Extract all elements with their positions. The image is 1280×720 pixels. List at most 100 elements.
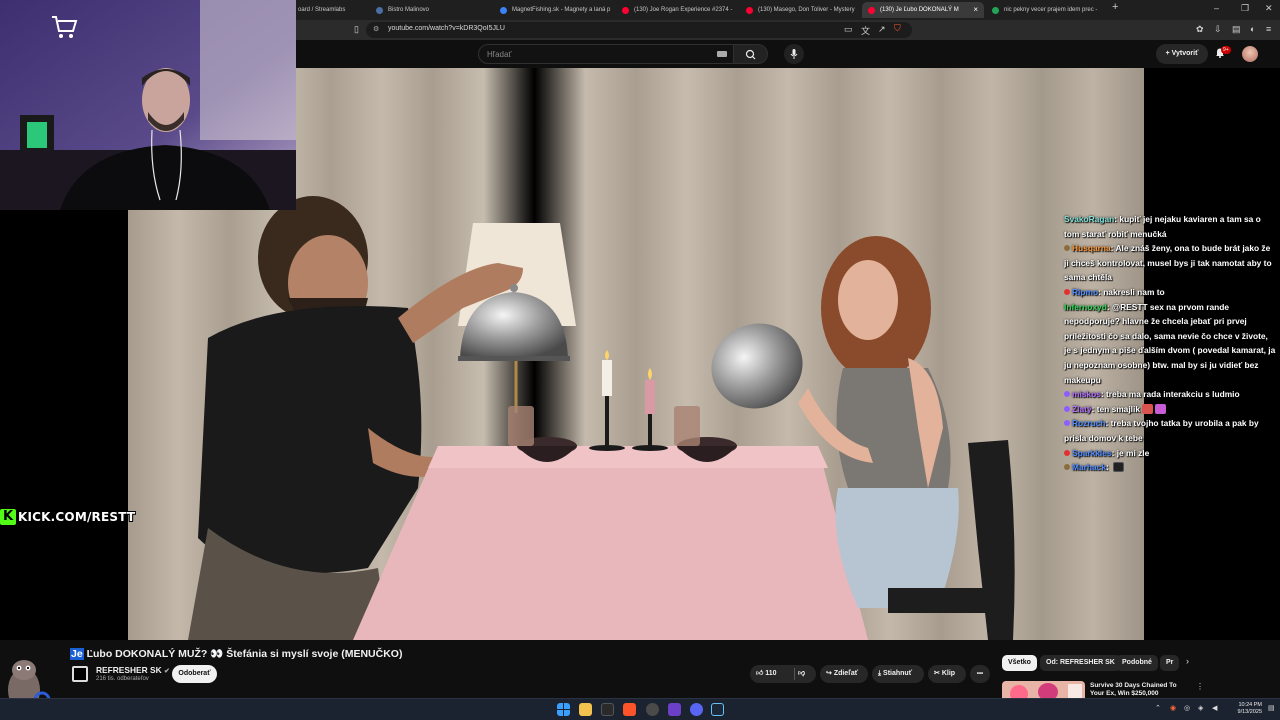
new-tab-icon[interactable]: + [1112, 1, 1118, 13]
voice-search-button[interactable] [784, 44, 804, 64]
chat-username: Zlatý [1072, 403, 1092, 414]
clip-button[interactable]: ✂ Klip [928, 665, 966, 683]
discord-icon[interactable] [690, 703, 703, 716]
webcam-overlay [0, 0, 296, 210]
clip-label: Klip [941, 670, 956, 677]
brave-browser-icon[interactable] [623, 703, 636, 716]
menu-icon[interactable]: ≡ [1266, 24, 1271, 34]
youtube-header: Hľadať + Vytvoriť 9+ [296, 40, 1280, 68]
brave-shield-icon[interactable]: ⛉ [894, 23, 901, 34]
chip-from-channel[interactable]: Od: REFRESHER SK [1040, 655, 1121, 671]
more-actions-button[interactable]: ••• [970, 665, 990, 683]
video-title-highlight: Je [70, 648, 84, 660]
site-info-icon[interactable]: ⚙ [373, 25, 379, 33]
browser-tab[interactable]: nic pekny vecer prajem idem prec - [986, 2, 1104, 18]
share-page-icon[interactable]: ↗ [878, 24, 886, 35]
share-button[interactable]: ↪ Zdieľať [820, 665, 868, 683]
close-window-icon[interactable]: ✕ [1265, 3, 1273, 14]
tab-favicon-icon [992, 7, 999, 14]
maximize-icon[interactable]: ❐ [1241, 3, 1249, 14]
browser-tab[interactable]: MagnetFishing.sk - Magnety a laná p [494, 2, 612, 18]
windows-start-icon[interactable] [557, 703, 570, 716]
browser-tab-active[interactable]: (130) Je Ľubo DOKONALÝ M × [862, 2, 984, 18]
file-explorer-icon[interactable] [579, 703, 592, 716]
chat-badge-icon [1064, 464, 1070, 471]
search-input[interactable]: Hľadať [478, 44, 734, 64]
tab-label: oard / Streamlabs [298, 7, 346, 13]
extensions-icon[interactable]: ✿ [1196, 24, 1204, 35]
subscribe-button[interactable]: Odoberať [172, 665, 217, 683]
chat-badge-icon [1064, 420, 1070, 427]
chat-message: Marhack: [1064, 460, 1276, 475]
verified-icon: ✔ [163, 668, 170, 675]
system-clock[interactable]: 10:24 PM 9/13/2025 [1228, 702, 1262, 716]
translate-icon[interactable]: 文 [861, 24, 870, 37]
tray-app-icon[interactable]: ◉ [1170, 704, 1176, 712]
browser-tab[interactable]: (130) Masego, Don Toliver - Mystery [740, 2, 858, 18]
share-label: Zdieľať [833, 670, 859, 677]
tab-favicon-icon [746, 7, 753, 14]
chip-all[interactable]: Všetko [1002, 655, 1037, 671]
obs-icon[interactable] [646, 703, 659, 716]
volume-icon[interactable]: ◀ [1212, 704, 1217, 712]
video-letterbox-left [0, 210, 128, 640]
scissors-icon: ✂ [934, 670, 942, 677]
search-button[interactable] [734, 44, 768, 64]
kick-channel-logo: K KICK.COM/RESTT [0, 508, 135, 526]
notification-center-icon[interactable]: ▤ [1268, 704, 1275, 712]
recommended-title[interactable]: Survive 30 Days Chained To Your Ex, Win $… [1090, 682, 1186, 698]
tray-app-icon[interactable]: ◈ [1198, 704, 1203, 712]
tab-label: (130) Je Ľubo DOKONALÝ M [880, 7, 959, 13]
emote-icon [1113, 462, 1125, 473]
bookmark-icon[interactable]: ▯ [354, 24, 359, 35]
cast-icon[interactable]: ▭ [844, 24, 853, 35]
tray-app-icon[interactable]: ◎ [1184, 704, 1190, 712]
twitch-icon[interactable] [668, 703, 681, 716]
chat-badge-icon [1064, 449, 1070, 456]
download-button[interactable]: ⤓ Stiahnuť [872, 665, 924, 683]
tab-favicon-icon [500, 7, 507, 14]
thumbs-down-icon: 👎︎ [798, 670, 806, 677]
url-field[interactable]: ⚙ youtube.com/watch?v=kDR3QoI5JLU [366, 22, 912, 38]
clock-time: 10:24 PM [1238, 702, 1262, 708]
dislike-button[interactable]: 👎︎ [798, 665, 805, 683]
video-title-text: Ľubo DOKONALÝ MUŽ? 👀 Štefánia si myslí s… [83, 648, 403, 660]
avatar[interactable] [1242, 46, 1258, 62]
chip-related[interactable]: Podobné [1116, 655, 1158, 671]
like-count: 110 [765, 670, 777, 677]
chat-username: Husqarna [1072, 243, 1111, 254]
video-title: Je Ľubo DOKONALÝ MUŽ? 👀 Štefánia si mysl… [70, 647, 402, 660]
browser-tab[interactable]: (130) Joe Rogan Experience #2374 - [616, 2, 734, 18]
chat-message: Infernoxyd: @RESTT sex na prvom rande ne… [1064, 301, 1276, 385]
chat-badge-icon [1064, 288, 1070, 295]
channel-name[interactable]: REFRESHER SK ✔ [96, 665, 170, 675]
tray-chevron-icon[interactable]: ⌃ [1155, 704, 1161, 712]
minimize-icon[interactable]: – [1214, 3, 1219, 13]
channel-logo[interactable] [72, 666, 88, 682]
more-vert-icon[interactable]: ⋮ [1196, 682, 1204, 691]
recommended-title-line: Survive 30 Days Chained To [1090, 682, 1177, 689]
like-button[interactable]: 👍︎ 110 [756, 665, 777, 683]
downloads-icon[interactable]: ⇩ [1214, 24, 1222, 35]
chat-text: @RESTT sex na prvom rande nepodporuje? h… [1064, 301, 1276, 385]
emote-icon [1154, 403, 1166, 414]
terminal-icon[interactable] [601, 703, 614, 716]
keyboard-icon[interactable] [717, 51, 727, 57]
clock-date: 9/13/2025 [1237, 709, 1262, 715]
browser-tab[interactable]: Bistro Malinovo [370, 2, 490, 18]
profile-icon[interactable]: ◐ [1250, 24, 1255, 34]
chat-message: SvakoRagan: kupiť jej nejaku kaviaren a … [1064, 214, 1261, 239]
tab-close-icon[interactable]: × [973, 2, 978, 18]
like-dislike-group: 👍︎ 110 👎︎ [750, 665, 816, 683]
chevron-right-icon[interactable]: › [1186, 656, 1189, 666]
recommended-title-line: Your Ex, Win $250,000 [1090, 690, 1159, 697]
share-icon: ↪ [826, 670, 834, 677]
chat-message: Zlatý: ten smajlik [1064, 402, 1276, 417]
chip-more[interactable]: Pr [1160, 655, 1180, 671]
chat-username: Infernoxyd [1064, 301, 1107, 312]
subscriber-count: 216 tis. odberateľov [96, 676, 149, 682]
wallet-icon[interactable]: ▤ [1232, 24, 1241, 35]
windows-taskbar: ⌃ ◉ ◎ ◈ ◀ 10:24 PM 9/13/2025 ▤ [0, 698, 1280, 720]
create-button[interactable]: + Vytvoriť [1156, 44, 1208, 64]
steam-icon[interactable] [711, 703, 724, 716]
